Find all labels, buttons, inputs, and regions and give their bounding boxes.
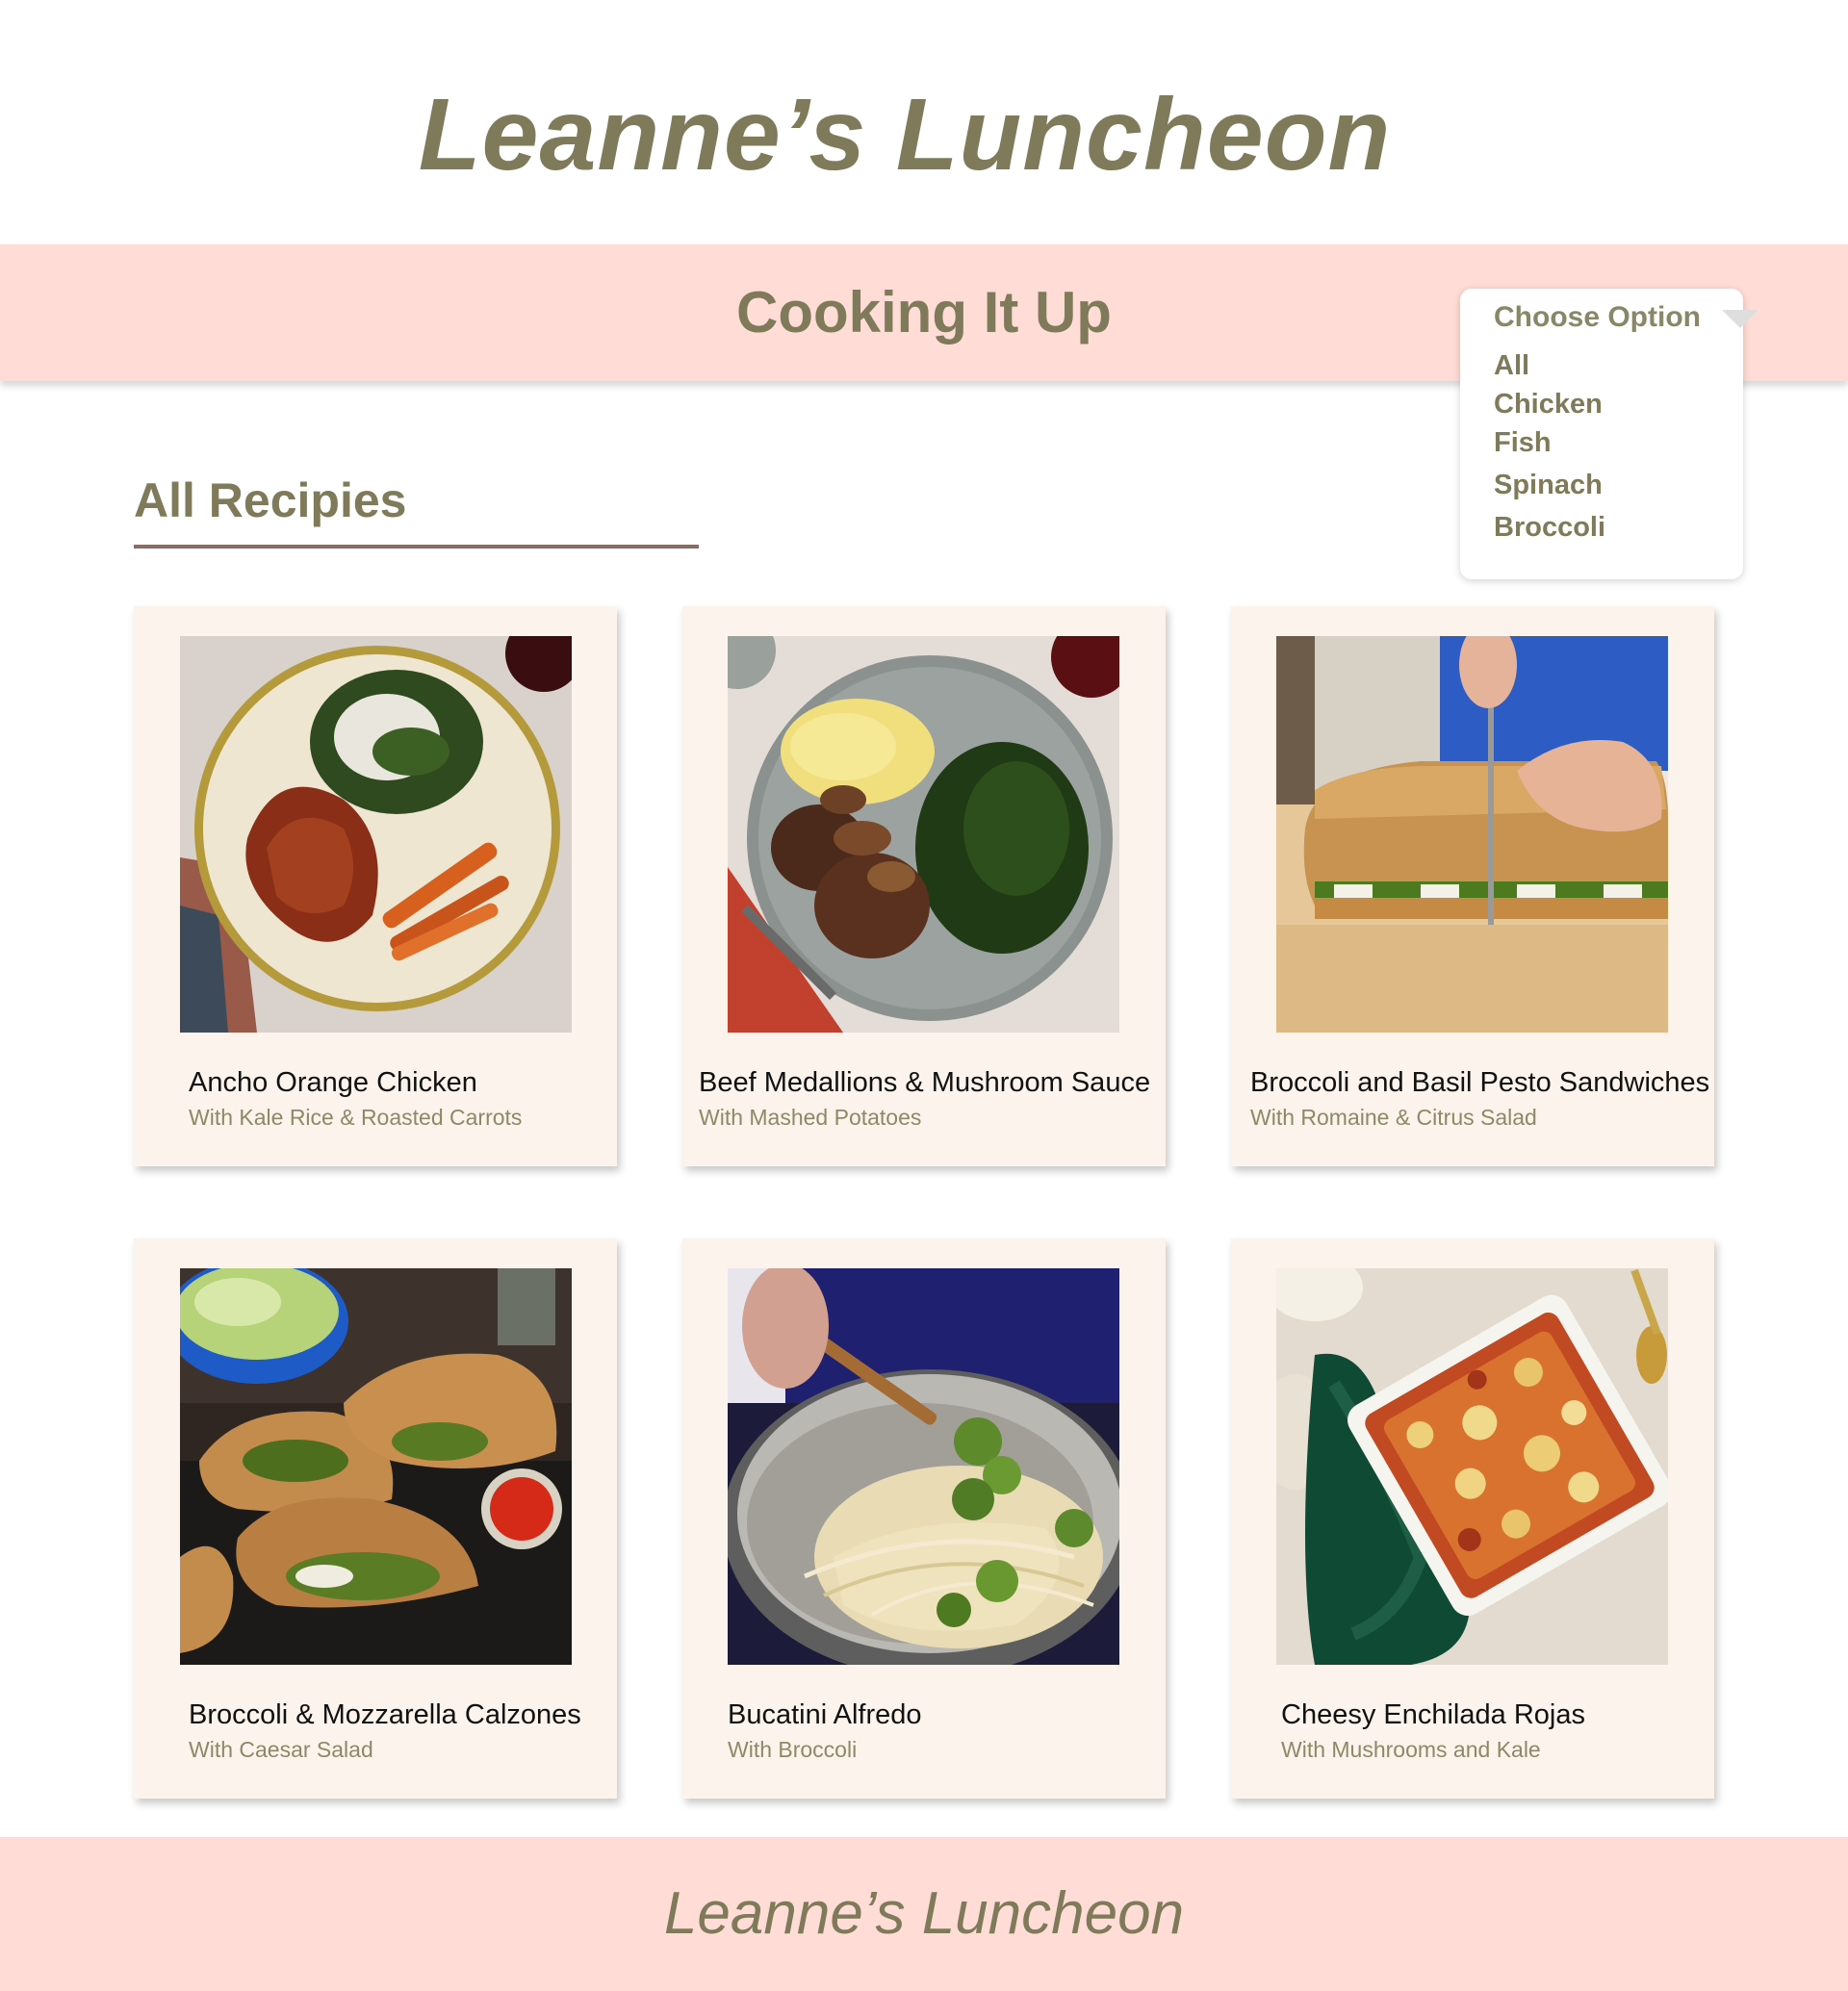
recipe-title: Broccoli and Basil Pesto Sandwiches bbox=[1250, 1067, 1710, 1098]
dropdown-option-all[interactable]: All bbox=[1494, 346, 1605, 385]
dropdown-toggle[interactable]: Choose Option bbox=[1494, 298, 1758, 337]
category-filter-dropdown[interactable]: Choose Option All Chicken Fish Spinach B… bbox=[1460, 289, 1758, 579]
section-heading: All Recipies bbox=[134, 473, 407, 527]
recipe-image bbox=[1276, 636, 1668, 1033]
recipe-image bbox=[728, 1268, 1119, 1665]
dropdown-label: Choose Option bbox=[1494, 301, 1701, 333]
footer-title: Leanne’s Luncheon bbox=[663, 1880, 1185, 1947]
recipe-card[interactable]: Cheesy Enchilada Rojas With Mushrooms an… bbox=[1231, 1238, 1714, 1799]
recipe-title: Beef Medallions & Mushroom Sauce bbox=[699, 1067, 1151, 1098]
recipe-subtitle: With Kale Rice & Roasted Carrots bbox=[189, 1105, 523, 1130]
dropdown-option-spinach[interactable]: Spinach bbox=[1494, 466, 1605, 504]
recipe-card[interactable]: Bucatini Alfredo With Broccoli bbox=[682, 1238, 1166, 1799]
recipe-subtitle: With Mushrooms and Kale bbox=[1281, 1737, 1541, 1762]
recipe-subtitle: With Broccoli bbox=[728, 1737, 858, 1762]
recipe-card[interactable]: Broccoli & Mozzarella Calzones With Caes… bbox=[134, 1238, 617, 1799]
recipe-title: Ancho Orange Chicken bbox=[189, 1067, 477, 1098]
recipe-image bbox=[1276, 1268, 1668, 1665]
recipe-image bbox=[728, 636, 1119, 1033]
recipe-card[interactable]: Beef Medallions & Mushroom Sauce With Ma… bbox=[682, 606, 1166, 1166]
recipe-subtitle: With Caesar Salad bbox=[189, 1737, 373, 1762]
dropdown-options: All Chicken Fish Spinach Broccoli bbox=[1494, 346, 1605, 547]
chevron-down-icon bbox=[1722, 310, 1758, 328]
recipe-card[interactable]: Broccoli and Basil Pesto Sandwiches With… bbox=[1231, 606, 1714, 1166]
recipe-title: Broccoli & Mozzarella Calzones bbox=[189, 1699, 581, 1730]
recipe-image bbox=[180, 636, 572, 1033]
recipe-card[interactable]: Ancho Orange Chicken With Kale Rice & Ro… bbox=[134, 606, 617, 1166]
dropdown-option-fish[interactable]: Fish bbox=[1494, 423, 1605, 462]
dropdown-option-broccoli[interactable]: Broccoli bbox=[1494, 508, 1605, 547]
section-divider bbox=[134, 545, 699, 549]
recipe-title: Cheesy Enchilada Rojas bbox=[1281, 1699, 1585, 1730]
site-title: Leanne’s Luncheon bbox=[418, 78, 1392, 191]
site-footer: Leanne’s Luncheon bbox=[0, 1837, 1848, 1991]
recipe-subtitle: With Mashed Potatoes bbox=[699, 1105, 922, 1130]
recipe-subtitle: With Romaine & Citrus Salad bbox=[1250, 1105, 1537, 1130]
dropdown-option-chicken[interactable]: Chicken bbox=[1494, 385, 1605, 423]
recipe-image bbox=[180, 1268, 572, 1665]
recipe-title: Bucatini Alfredo bbox=[728, 1699, 922, 1730]
